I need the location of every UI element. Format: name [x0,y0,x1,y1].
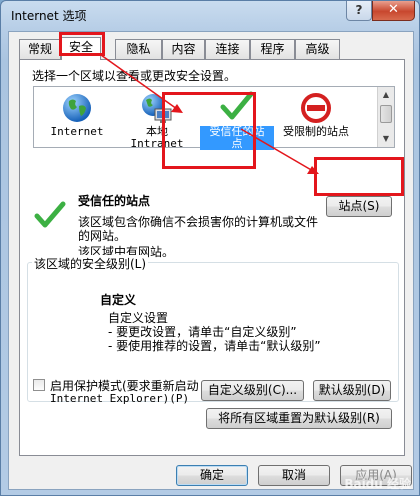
close-button[interactable]: ✕ [372,1,415,21]
zone-internet[interactable]: Internet [40,90,114,148]
security-tab-panel: 选择一个区域以查看或更改安全设置。 Internet 本地 Intranet 受… [19,59,405,456]
title-bar[interactable]: Internet 选项 ? ✕ [1,1,419,31]
zone-trusted-sites[interactable]: 受信任的站 点 [200,90,274,150]
window-title: Internet 选项 [11,9,87,23]
tab-advanced[interactable]: 高级 [295,39,340,59]
zone-label-line2: 点 [200,138,274,150]
zone-title: 受信任的站点 [78,194,151,208]
scroll-down-icon[interactable]: ▼ [380,133,392,145]
watermark: Baidu 经验 [344,477,411,491]
zone-label: 受限制的站点 [283,125,349,138]
intranet-icon [142,94,172,123]
security-level-name: 自定义 [100,293,137,307]
security-level-desc-line3: - 要使用推荐的设置，请单击“默认级别” [108,339,321,353]
help-button[interactable]: ? [346,1,372,21]
protected-mode-checkbox[interactable] [33,379,45,391]
sites-button[interactable]: 站点(S) [326,196,392,217]
zone-select-prompt: 选择一个区域以查看或更改安全设置。 [32,69,237,83]
internet-options-window: Internet 选项 ? ✕ 常规 安全 隐私 内容 连接 程序 高级 选择一… [0,0,420,496]
zone-local-intranet[interactable]: 本地 Intranet [120,90,194,150]
zone-description-line2: 的网站。 [78,229,127,243]
globe-icon [63,94,91,122]
scroll-thumb[interactable] [380,105,392,123]
protected-mode-label-line2: Internet Explorer)(P) [50,392,190,405]
zone-label-line2: Intranet [130,137,184,150]
tab-connections[interactable]: 连接 [205,39,250,59]
zone-restricted-sites[interactable]: 受限制的站点 [279,90,353,148]
zone-list-scrollbar[interactable]: ▲ ▼ [377,87,394,147]
cancel-button[interactable]: 取消 [258,465,330,486]
reset-all-zones-button[interactable]: 将所有区域重置为默认级别(R) [206,408,392,429]
zone-label: Internet [50,125,104,138]
dialog-client-area: 常规 安全 隐私 内容 连接 程序 高级 选择一个区域以查看或更改安全设置。 I… [8,31,414,490]
security-level-group-label: 该区域的安全级别(L) [32,255,149,272]
restricted-icon [301,93,331,123]
zone-list[interactable]: Internet 本地 Intranet 受信任的站 点 受限制的站点 ▲ ▼ [33,86,395,150]
tab-general[interactable]: 常规 [19,39,61,59]
green-check-icon [220,91,254,120]
trusted-zone-check-icon [34,201,66,228]
ok-button[interactable]: 确定 [176,465,248,486]
scroll-up-icon[interactable]: ▲ [380,89,392,101]
tab-security[interactable]: 安全 [61,37,101,60]
tab-content[interactable]: 内容 [162,39,205,59]
default-level-button[interactable]: 默认级别(D) [313,380,391,401]
tab-privacy[interactable]: 隐私 [115,39,162,59]
custom-level-button[interactable]: 自定义级别(C)... [201,380,304,401]
tab-programs[interactable]: 程序 [250,39,295,59]
